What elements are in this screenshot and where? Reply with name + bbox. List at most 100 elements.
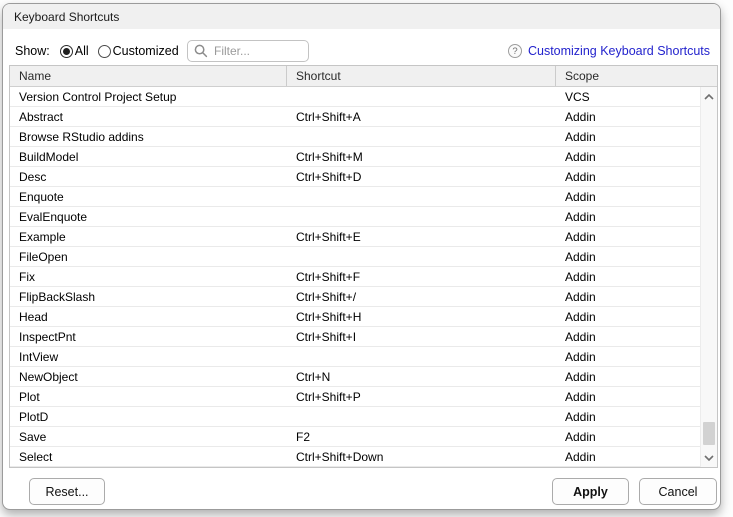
show-label: Show: xyxy=(15,44,50,58)
table-row[interactable]: FileOpen Addin xyxy=(10,247,717,267)
cell-scope: Addin xyxy=(556,327,717,346)
cell-name: PlotD xyxy=(10,407,287,426)
table-row[interactable]: EvalEnquote Addin xyxy=(10,207,717,227)
cell-shortcut xyxy=(287,127,556,146)
cell-name: Select xyxy=(10,447,287,466)
vertical-scrollbar[interactable] xyxy=(700,87,717,467)
cell-scope: Addin xyxy=(556,147,717,166)
radio-group-show: All Customized xyxy=(60,44,188,58)
help-area: ? Customizing Keyboard Shortcuts xyxy=(508,40,710,62)
filter-container xyxy=(187,40,309,62)
cell-shortcut xyxy=(287,347,556,366)
screen: Keyboard Shortcuts Show: All Customized xyxy=(0,0,733,517)
cell-name: Head xyxy=(10,307,287,326)
cell-scope: Addin xyxy=(556,427,717,446)
cell-shortcut: Ctrl+Shift+/ xyxy=(287,287,556,306)
table-row[interactable]: Desc Ctrl+Shift+D Addin xyxy=(10,167,717,187)
table-row[interactable]: Fix Ctrl+Shift+F Addin xyxy=(10,267,717,287)
cell-scope: Addin xyxy=(556,247,717,266)
cell-scope: Addin xyxy=(556,107,717,126)
table-row[interactable]: BuildModel Ctrl+Shift+M Addin xyxy=(10,147,717,167)
cell-scope: Addin xyxy=(556,267,717,286)
title-bar[interactable]: Keyboard Shortcuts xyxy=(3,4,720,29)
cell-name: IntView xyxy=(10,347,287,366)
cell-scope: Addin xyxy=(556,447,717,466)
apply-button[interactable]: Apply xyxy=(552,478,629,505)
cell-scope: Addin xyxy=(556,167,717,186)
cell-scope: Addin xyxy=(556,347,717,366)
table-row[interactable]: InspectPnt Ctrl+Shift+I Addin xyxy=(10,327,717,347)
radio-all[interactable]: All xyxy=(60,44,89,58)
cell-scope: Addin xyxy=(556,207,717,226)
table-row[interactable]: Enquote Addin xyxy=(10,187,717,207)
show-filter-controls: Show: All Customized xyxy=(15,40,188,62)
cell-name: Plot xyxy=(10,387,287,406)
column-header-scope[interactable]: Scope xyxy=(556,66,717,86)
cell-shortcut: Ctrl+Shift+P xyxy=(287,387,556,406)
cell-shortcut: Ctrl+Shift+M xyxy=(287,147,556,166)
cell-name: FlipBackSlash xyxy=(10,287,287,306)
shortcuts-table: Name Shortcut Scope Version Control Proj… xyxy=(9,65,718,468)
table-row[interactable]: Browse RStudio addins Addin xyxy=(10,127,717,147)
cell-scope: Addin xyxy=(556,227,717,246)
cell-name: Enquote xyxy=(10,187,287,206)
table-row[interactable]: Select Ctrl+Shift+Down Addin xyxy=(10,447,717,467)
cell-scope: Addin xyxy=(556,367,717,386)
cell-shortcut xyxy=(287,207,556,226)
cell-shortcut: Ctrl+Shift+A xyxy=(287,107,556,126)
cell-shortcut xyxy=(287,187,556,206)
cell-shortcut: Ctrl+Shift+Down xyxy=(287,447,556,466)
scroll-up-icon[interactable] xyxy=(701,89,717,104)
column-header-name[interactable]: Name xyxy=(10,66,287,86)
table-row[interactable]: Head Ctrl+Shift+H Addin xyxy=(10,307,717,327)
cell-scope: VCS xyxy=(556,87,717,106)
table-body: Version Control Project Setup VCS Abstra… xyxy=(10,87,717,467)
cell-name: EvalEnquote xyxy=(10,207,287,226)
cell-shortcut: Ctrl+Shift+D xyxy=(287,167,556,186)
table-row[interactable]: PlotD Addin xyxy=(10,407,717,427)
table-row[interactable]: Version Control Project Setup VCS xyxy=(10,87,717,107)
cell-name: Desc xyxy=(10,167,287,186)
dialog-title: Keyboard Shortcuts xyxy=(14,10,119,24)
table-row[interactable]: IntView Addin xyxy=(10,347,717,367)
table-row[interactable]: Plot Ctrl+Shift+P Addin xyxy=(10,387,717,407)
radio-customized[interactable]: Customized xyxy=(98,44,179,58)
table-row[interactable]: Example Ctrl+Shift+E Addin xyxy=(10,227,717,247)
cell-scope: Addin xyxy=(556,407,717,426)
search-icon xyxy=(194,44,208,58)
cell-name: NewObject xyxy=(10,367,287,386)
radio-customized-circle-icon[interactable] xyxy=(98,45,111,58)
column-header-shortcut[interactable]: Shortcut xyxy=(287,66,556,86)
cell-name: Example xyxy=(10,227,287,246)
help-icon[interactable]: ? xyxy=(508,44,522,58)
radio-customized-label: Customized xyxy=(113,44,179,58)
cell-shortcut xyxy=(287,247,556,266)
cell-scope: Addin xyxy=(556,287,717,306)
cell-shortcut: Ctrl+Shift+E xyxy=(287,227,556,246)
cell-shortcut xyxy=(287,407,556,426)
cell-scope: Addin xyxy=(556,127,717,146)
cell-name: Save xyxy=(10,427,287,446)
cell-scope: Addin xyxy=(556,187,717,206)
scroll-down-icon[interactable] xyxy=(701,450,717,465)
table-row[interactable]: NewObject Ctrl+N Addin xyxy=(10,367,717,387)
radio-all-label: All xyxy=(75,44,89,58)
cell-shortcut xyxy=(287,87,556,106)
reset-button[interactable]: Reset... xyxy=(29,478,105,505)
table-header: Name Shortcut Scope xyxy=(10,66,717,87)
cell-shortcut: Ctrl+N xyxy=(287,367,556,386)
cell-name: Abstract xyxy=(10,107,287,126)
table-row[interactable]: Save F2 Addin xyxy=(10,427,717,447)
cell-name: Browse RStudio addins xyxy=(10,127,287,146)
cell-shortcut: Ctrl+Shift+H xyxy=(287,307,556,326)
table-row[interactable]: FlipBackSlash Ctrl+Shift+/ Addin xyxy=(10,287,717,307)
scrollbar-thumb[interactable] xyxy=(703,422,715,445)
cancel-button[interactable]: Cancel xyxy=(639,478,717,505)
radio-all-circle-icon[interactable] xyxy=(60,45,73,58)
keyboard-shortcuts-dialog: Keyboard Shortcuts Show: All Customized xyxy=(2,3,721,510)
table-row[interactable]: Abstract Ctrl+Shift+A Addin xyxy=(10,107,717,127)
cell-name: InspectPnt xyxy=(10,327,287,346)
cell-scope: Addin xyxy=(556,307,717,326)
customizing-shortcuts-link[interactable]: Customizing Keyboard Shortcuts xyxy=(528,44,710,58)
cell-shortcut: Ctrl+Shift+F xyxy=(287,267,556,286)
